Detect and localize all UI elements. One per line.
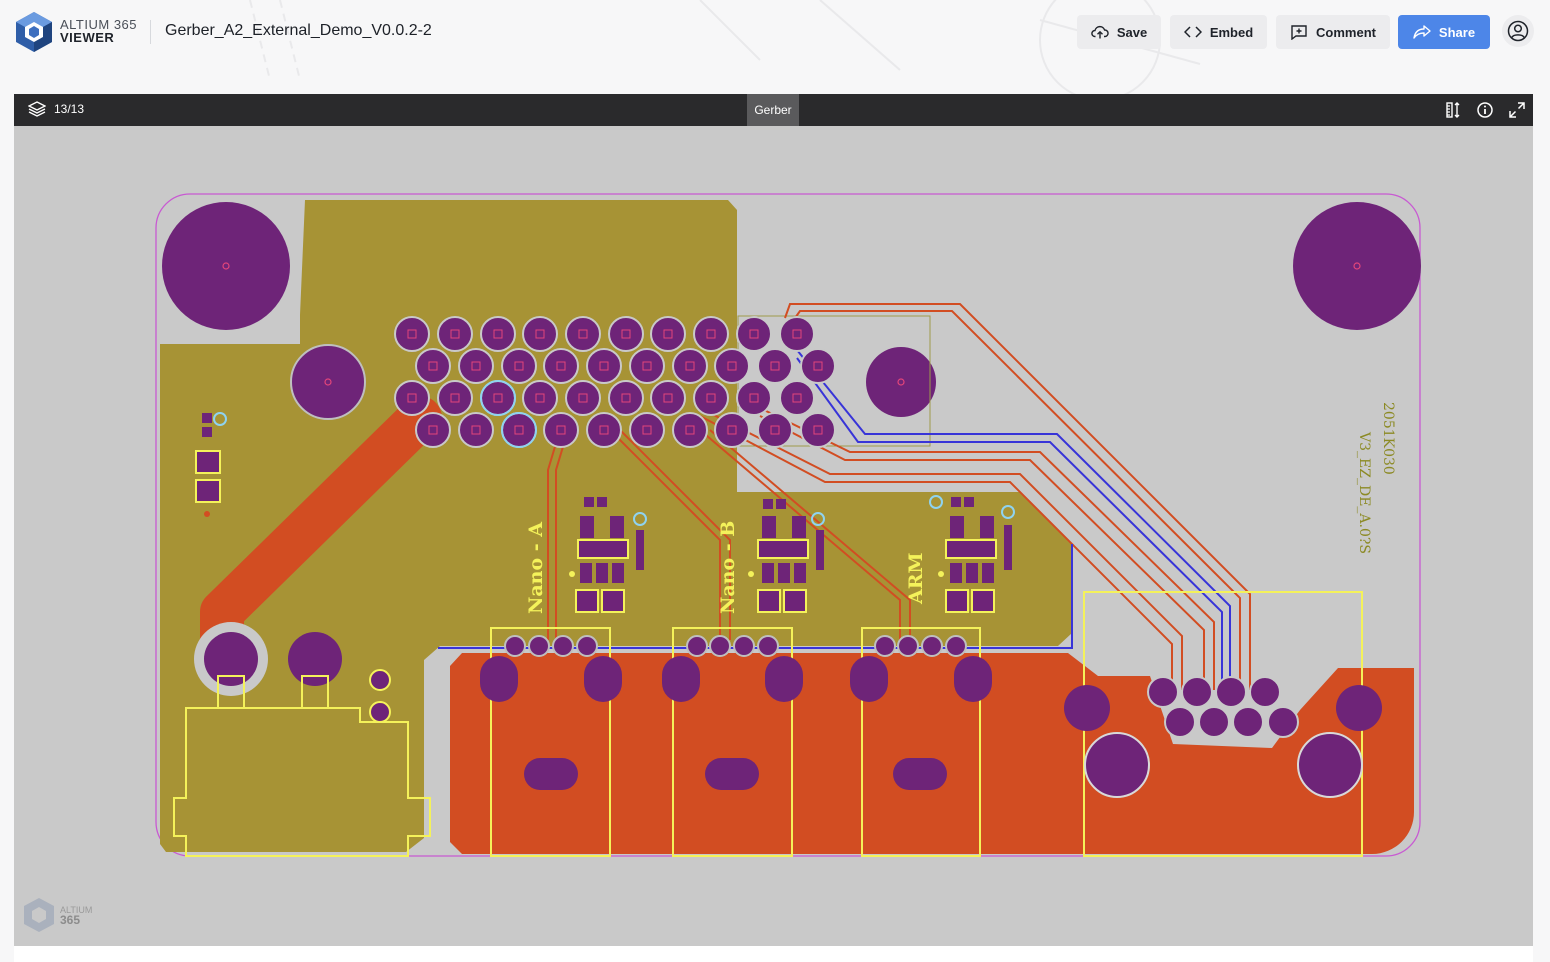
layers-count: 13/13 [54, 102, 85, 116]
measure-icon [1446, 102, 1460, 118]
user-icon [1507, 20, 1529, 42]
label-nano-b: Nano - B [717, 521, 739, 614]
label-board-code-2: V3_EZ_DE_A.0?S [1356, 431, 1372, 554]
brand-wordmark: ALTIUM 365 VIEWER [60, 18, 137, 44]
pcb-render[interactable]: Nano - A Nano - B ARM 2051K030 V3_EZ_DE_… [14, 126, 1533, 962]
altium-logo-icon[interactable] [14, 10, 54, 54]
document-title: Gerber_A2_External_Demo_V0.0.2-2 [165, 22, 432, 39]
code-icon [1183, 26, 1202, 38]
layers-icon [28, 101, 46, 117]
info-icon [1477, 102, 1493, 118]
share-label: Share [1438, 24, 1476, 40]
gerber-viewer[interactable]: 13/13 Gerber Nano - A Nano - B ARM 2051K… [14, 94, 1533, 962]
share-button[interactable]: Share [1398, 15, 1490, 49]
upload-cloud-icon [1091, 25, 1109, 39]
embed-button[interactable]: Embed [1170, 15, 1267, 49]
tab-gerber[interactable]: Gerber [747, 94, 799, 126]
brand-line2: VIEWER [60, 30, 115, 45]
comment-icon [1291, 25, 1307, 40]
label-board-code-1: 2051K030 [1380, 402, 1396, 475]
user-avatar[interactable] [1502, 15, 1534, 47]
comment-label: Comment [1316, 24, 1376, 40]
app-header: ALTIUM 365 VIEWER Gerber_A2_External_Dem… [0, 0, 1550, 64]
save-button[interactable]: Save [1077, 15, 1161, 49]
layers-toggle[interactable]: 13/13 [28, 101, 84, 117]
share-icon [1413, 25, 1431, 39]
info-button[interactable] [1476, 101, 1494, 119]
fullscreen-icon [1509, 102, 1525, 118]
measure-button[interactable] [1444, 101, 1462, 119]
watermark-line2: 365 [60, 912, 81, 927]
altium-watermark: ALTIUM 365 [22, 896, 92, 934]
save-label: Save [1116, 24, 1148, 40]
fullscreen-button[interactable] [1508, 101, 1526, 119]
comment-button[interactable]: Comment [1276, 15, 1390, 49]
viewer-toolbar: 13/13 Gerber [14, 94, 1533, 126]
header-divider [150, 20, 151, 44]
embed-label: Embed [1209, 24, 1254, 40]
label-arm: ARM [905, 552, 927, 605]
label-nano-a: Nano - A [525, 522, 547, 614]
altium-watermark-icon [24, 898, 54, 932]
viewer-footer [14, 946, 1533, 962]
